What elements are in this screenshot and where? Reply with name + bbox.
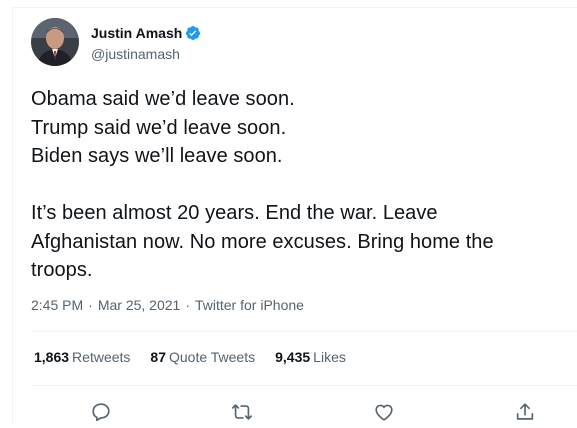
share-icon [516, 403, 534, 420]
likes-label: Likes [313, 349, 346, 365]
avatar[interactable] [31, 18, 79, 66]
tweet-line: troops. [31, 259, 93, 281]
tweet-line: It’s been almost 20 years. End the war. … [31, 202, 438, 224]
quote-tweets-label: Quote Tweets [168, 349, 256, 365]
like-button[interactable] [368, 396, 400, 428]
author-names: Justin Amash @justinamash [91, 24, 201, 63]
quote-tweets-count: 87 [150, 349, 166, 365]
tweet-header: Justin Amash @justinamash [31, 18, 201, 68]
share-button[interactable] [509, 396, 541, 428]
retweet-icon [232, 404, 252, 420]
divider [31, 331, 577, 332]
tweet-date[interactable]: Mar 25, 2021 [98, 297, 181, 313]
divider [31, 385, 577, 386]
display-name[interactable]: Justin Amash [91, 24, 182, 42]
profile-photo-icon [31, 18, 79, 66]
tweet-time[interactable]: 2:45 PM [31, 297, 83, 313]
likes-stat[interactable]: 9,435 Likes [275, 349, 346, 365]
retweets-label: Retweets [72, 349, 131, 365]
meta-separator: · [185, 297, 190, 313]
handle[interactable]: @justinamash [91, 45, 201, 63]
name-row: Justin Amash [91, 24, 201, 42]
reply-icon [92, 403, 110, 422]
quote-tweets-stat[interactable]: 87 Quote Tweets [150, 349, 255, 365]
tweet-line: Biden says we’ll leave soon. [31, 145, 283, 167]
likes-count: 9,435 [275, 349, 311, 365]
tweet-line: Obama said we’d leave soon. [31, 88, 295, 110]
retweets-stat[interactable]: 1,863 Retweets [34, 349, 130, 365]
tweet-meta: 2:45 PM · Mar 25, 2021 · Twitter for iPhone [31, 297, 304, 313]
meta-separator: · [88, 297, 93, 313]
heart-icon [375, 404, 393, 421]
retweets-count: 1,863 [34, 349, 70, 365]
tweet-actions [13, 396, 577, 428]
reply-button[interactable] [85, 396, 117, 428]
tweet-card: Justin Amash @justinamash Obama said we’… [12, 7, 577, 425]
tweet-source[interactable]: Twitter for iPhone [195, 297, 304, 313]
verified-badge-icon [185, 25, 201, 41]
tweet-stats: 1,863 Retweets 87 Quote Tweets 9,435 Likes [34, 349, 366, 365]
retweet-button[interactable] [226, 396, 258, 428]
tweet-line: Afghanistan now. No more excuses. Bring … [31, 230, 494, 253]
tweet-text: Obama said we’d leave soon. Trump said w… [31, 85, 576, 285]
tweet-line: Trump said we’d leave soon. [31, 116, 287, 139]
